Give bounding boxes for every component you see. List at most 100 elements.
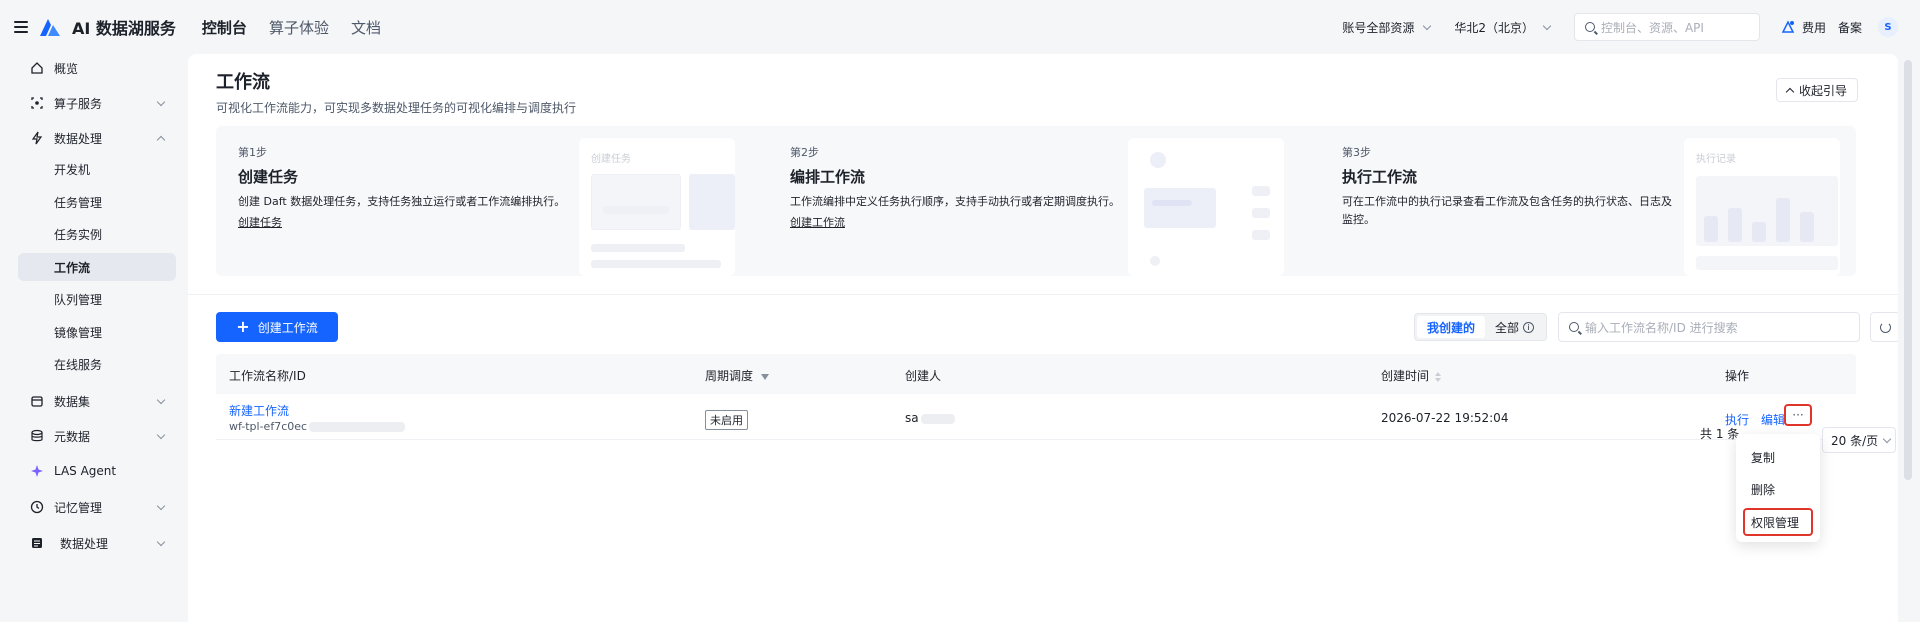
sidebar-item-overview[interactable]: 概览 xyxy=(18,54,176,82)
step-description: 工作流编排中定义任务执行顺序，支持手动执行或者定期调度执行。 xyxy=(790,195,1120,208)
database-icon xyxy=(30,429,44,443)
sidebar-item-dev-machine[interactable]: 开发机 xyxy=(18,155,176,183)
region-select[interactable]: 华北2（北京） xyxy=(1454,19,1552,36)
chevron-down-icon xyxy=(156,430,166,439)
fee-icon[interactable] xyxy=(1780,19,1796,35)
header-created-at[interactable]: 创建时间 xyxy=(1381,367,1442,384)
top-nav-operator-experience[interactable]: 算子体验 xyxy=(269,17,329,38)
schedule-status-badge: 未启用 xyxy=(705,410,748,430)
search-icon xyxy=(1584,22,1595,32)
top-right-area: 账号全部资源 华北2（北京） 控制台、资源、API 费用 备案 S xyxy=(1342,0,1920,54)
menu-item-copy[interactable]: 复制 xyxy=(1736,444,1820,470)
workflow-name-link[interactable]: 新建工作流 xyxy=(229,402,289,419)
menu-item-delete[interactable]: 删除 xyxy=(1736,476,1820,502)
sidebar-item-label: LAS Agent xyxy=(54,464,117,478)
operator-icon xyxy=(30,96,44,110)
create-workflow-button[interactable]: + 创建工作流 xyxy=(216,312,338,342)
sidebar-item-dataset[interactable]: 数据集 xyxy=(18,387,176,415)
creator-name-text: sa xyxy=(905,411,919,425)
scrollbar-thumb[interactable] xyxy=(1904,60,1912,480)
main-panel: 工作流 可视化工作流能力，可实现多数据处理任务的可视化编排与调度执行 收起引导 … xyxy=(188,54,1900,622)
redacted-block xyxy=(920,413,955,424)
filter-mine-tab[interactable]: 我创建的 xyxy=(1417,316,1486,338)
creator-filter-segment: 我创建的 全部 i xyxy=(1414,313,1548,341)
more-actions-button[interactable]: ··· xyxy=(1784,404,1812,426)
header-name: 工作流名称/ID xyxy=(229,369,306,383)
account-scope-select[interactable]: 账号全部资源 xyxy=(1342,19,1432,36)
step-illustration xyxy=(1128,138,1284,276)
step-illustration: 创建任务 xyxy=(579,138,735,276)
workflow-search-input[interactable]: 输入工作流名称/ID 进行搜索 xyxy=(1558,312,1860,342)
sidebar-item-data-processing-2[interactable]: 数据处理 xyxy=(18,529,176,557)
header-schedule[interactable]: 周期调度 xyxy=(705,367,770,384)
sidebar-item-queue-management[interactable]: 队列管理 xyxy=(18,285,176,313)
edit-button[interactable]: 编辑 xyxy=(1761,411,1785,428)
collapse-guide-label: 收起引导 xyxy=(1798,83,1847,98)
divider xyxy=(188,294,1898,295)
memory-icon xyxy=(30,500,44,514)
table-header: 工作流名称/ID 周期调度 创建人 创建时间 操作 xyxy=(216,354,1856,394)
refresh-button[interactable] xyxy=(1870,312,1900,342)
workflow-search-placeholder: 输入工作流名称/ID 进行搜索 xyxy=(1585,320,1738,335)
sparkle-icon xyxy=(30,464,44,478)
sidebar-item-task-instance[interactable]: 任务实例 xyxy=(18,220,176,248)
home-icon xyxy=(30,61,44,75)
scrollbar[interactable] xyxy=(1898,54,1920,622)
page-description: 可视化工作流能力，可实现多数据处理任务的可视化编排与调度执行 xyxy=(216,101,577,115)
plus-icon: + xyxy=(236,317,250,336)
record-link[interactable]: 备案 xyxy=(1838,19,1862,36)
sidebar-item-label: 概览 xyxy=(54,61,79,76)
table-icon xyxy=(30,536,44,550)
illustration-caption: 执行记录 xyxy=(1696,154,1736,165)
global-search-placeholder: 控制台、资源、API xyxy=(1600,20,1704,35)
top-bar: AI 数据湖服务 控制台 算子体验 文档 账号全部资源 华北2（北京） 控制台、… xyxy=(0,0,1920,54)
info-icon: i xyxy=(1523,321,1535,333)
illustration-caption: 创建任务 xyxy=(591,154,631,165)
create-workflow-link[interactable]: 创建工作流 xyxy=(790,214,845,230)
sidebar-item-operator-service[interactable]: 算子服务 xyxy=(18,89,176,117)
menu-icon[interactable] xyxy=(14,21,28,33)
filter-all-tab[interactable]: 全部 i xyxy=(1485,316,1544,338)
step-number: 第1步 xyxy=(238,146,267,159)
refresh-icon xyxy=(1879,321,1891,333)
logo-icon xyxy=(38,16,62,38)
region-label: 华北2（北京） xyxy=(1454,20,1534,35)
sidebar-item-image-management[interactable]: 镜像管理 xyxy=(18,318,176,346)
workflow-id: wf-tpl-ef7c0ec xyxy=(229,420,406,433)
sidebar-item-las-agent[interactable]: LAS Agent xyxy=(18,457,176,485)
guide-step-2: 第2步 编排工作流 工作流编排中定义任务执行顺序，支持手动执行或者定期调度执行。… xyxy=(768,126,1288,276)
avatar[interactable]: S xyxy=(1878,17,1898,37)
page-title: 工作流 xyxy=(216,72,270,93)
sidebar-item-data-processing[interactable]: 数据处理 xyxy=(18,124,176,152)
redacted-block xyxy=(309,422,406,432)
chevron-down-icon xyxy=(1423,21,1432,30)
collapse-guide-button[interactable]: 收起引导 xyxy=(1776,78,1858,102)
sort-icon[interactable] xyxy=(1435,371,1442,382)
global-search-input[interactable]: 控制台、资源、API xyxy=(1573,13,1760,41)
sidebar-item-label: 队列管理 xyxy=(54,292,103,307)
guide-step-3: 第3步 执行工作流 可在工作流中的执行记录查看工作流及包含任务的执行状态、日志及… xyxy=(1320,126,1840,276)
step-title: 执行工作流 xyxy=(1342,168,1418,186)
sidebar-item-task-management[interactable]: 任务管理 xyxy=(18,188,176,216)
guide-panel: 第1步 创建任务 创建 Daft 数据处理任务，支持任务独立运行或者工作流编排执… xyxy=(216,126,1856,276)
lightning-icon xyxy=(30,131,44,145)
sidebar-item-memory-management[interactable]: 记忆管理 xyxy=(18,493,176,521)
sidebar-item-workflow[interactable]: 工作流 xyxy=(18,253,176,281)
sidebar-item-online-service[interactable]: 在线服务 xyxy=(18,350,176,378)
filter-icon[interactable] xyxy=(761,373,770,380)
chevron-down-icon xyxy=(1882,434,1892,443)
fee-link[interactable]: 费用 xyxy=(1802,19,1826,36)
header-ops: 操作 xyxy=(1725,369,1750,383)
top-nav-docs[interactable]: 文档 xyxy=(351,17,381,38)
highlight-box xyxy=(1743,508,1813,536)
step-description: 可在工作流中的执行记录查看工作流及包含任务的执行状态、日志及监控。 xyxy=(1342,195,1672,226)
account-scope-label: 账号全部资源 xyxy=(1342,20,1415,35)
top-nav: 控制台 算子体验 文档 xyxy=(202,17,381,38)
guide-step-1: 第1步 创建任务 创建 Daft 数据处理任务，支持任务独立运行或者工作流编排执… xyxy=(216,126,736,276)
sidebar-item-label: 工作流 xyxy=(54,260,91,275)
sidebar-item-metadata[interactable]: 元数据 xyxy=(18,422,176,450)
page-size-select[interactable]: 20 条/页 xyxy=(1822,427,1896,453)
step-number: 第2步 xyxy=(790,146,819,159)
top-nav-console[interactable]: 控制台 xyxy=(202,17,247,38)
create-task-link[interactable]: 创建任务 xyxy=(238,214,282,230)
